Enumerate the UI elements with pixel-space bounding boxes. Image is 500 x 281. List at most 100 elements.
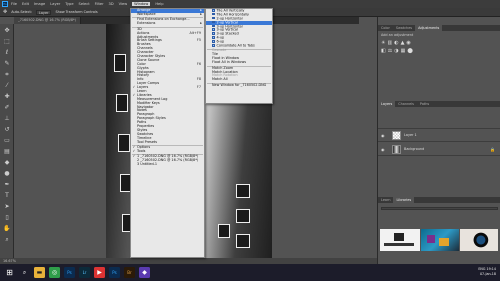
menu-item-match-all[interactable]: Match All <box>206 77 272 82</box>
menu-item-label: 3 Untitled-1 <box>137 162 158 167</box>
adjustment-icons-row2[interactable]: ◧⚖◑▦⬤ <box>378 47 500 55</box>
menu-file[interactable]: File <box>11 2 17 6</box>
blur-tool-icon[interactable]: ◆ <box>3 158 12 167</box>
menu-filter[interactable]: Filter <box>95 2 104 6</box>
pen-tool-icon[interactable]: ✒ <box>3 180 12 189</box>
menu-item-tools[interactable]: Tools <box>131 148 204 154</box>
stamp-tool-icon[interactable]: ⊥ <box>3 114 12 123</box>
hand-tool-icon[interactable]: ✋ <box>3 224 12 233</box>
menu-item-label: Extensions <box>137 21 156 26</box>
menu-image[interactable]: Image <box>34 2 45 6</box>
photoshop-logo-icon: Ps <box>2 1 8 7</box>
menu-item-extensions[interactable]: Extensions <box>131 21 204 26</box>
menu-edit[interactable]: Edit <box>22 2 29 6</box>
app-taskbar-icon[interactable]: ▶ <box>94 267 105 278</box>
brush-tool-icon[interactable]: ✐ <box>3 103 12 112</box>
layer-name[interactable]: Background <box>404 147 424 151</box>
layer-thumbnail <box>392 144 401 154</box>
document-tab[interactable]: _7160502.DNG @ 16.7% (RGB/8*) <box>14 17 81 24</box>
path-select-tool-icon[interactable]: ➤ <box>3 202 12 211</box>
layer-name[interactable]: Layer 1 <box>404 133 417 137</box>
arrange-submenu: Tile All Vertically Tile All Horizontally… <box>205 8 273 104</box>
menu-item-new-window-for-7160502-dng[interactable]: New Window for _7160502.DNG <box>206 82 272 88</box>
marquee-tool-icon[interactable]: ⬚ <box>3 37 12 46</box>
history-brush-tool-icon[interactable]: ↺ <box>3 125 12 134</box>
menu-view[interactable]: View <box>119 2 128 6</box>
layer-row[interactable]: ◉ Layer 1 <box>378 129 500 142</box>
menu-window[interactable]: Window <box>132 2 151 6</box>
menu-item-3-untitled-1[interactable]: 3 Untitled-1 <box>131 162 204 167</box>
photoshop-taskbar-icon-2[interactable]: Ps <box>109 267 120 278</box>
healing-tool-icon[interactable]: ✚ <box>3 92 12 101</box>
language-indicator[interactable]: ENG <box>478 267 485 271</box>
eraser-tool-icon[interactable]: ▭ <box>3 136 12 145</box>
menu-item-tool-presets[interactable]: Tool Presets <box>131 139 204 145</box>
library-search-input[interactable] <box>381 207 498 210</box>
windows-start-icon[interactable]: ⊞ <box>4 267 15 278</box>
move-tool-icon[interactable]: ✥ <box>3 9 7 15</box>
transform-controls-checkbox[interactable]: Show Transform Controls <box>55 10 97 14</box>
arrange-layout-icon <box>212 44 215 47</box>
quick-select-tool-icon[interactable]: ✎ <box>3 59 12 68</box>
search-icon[interactable]: ⌕ <box>19 267 30 278</box>
menu-type[interactable]: Type <box>65 2 73 6</box>
layer-select[interactable]: Layer <box>35 9 52 15</box>
lasso-tool-icon[interactable]: ℓ <box>3 48 12 57</box>
lightroom-taskbar-icon[interactable]: Lr <box>79 267 90 278</box>
type-tool-icon[interactable]: T <box>3 191 12 200</box>
menu-item-label: New Window for _7160502.DNG <box>212 82 267 87</box>
clock-date: 07-Jan-18 <box>479 271 496 276</box>
system-tray[interactable]: ENG 19:14 07-Jan-18 <box>478 267 496 276</box>
menu-item-label: Match All <box>212 77 228 82</box>
eye-icon[interactable]: ◉ <box>381 133 385 138</box>
adjustments-panel: Add an adjustment ☀▥◐▲◉ ◧⚖◑▦⬤ <box>378 31 500 101</box>
shape-tool-icon[interactable]: ▯ <box>3 213 12 222</box>
arrange-layout-icon <box>212 36 215 39</box>
menu-item-float-all-in-windows[interactable]: Float All in Windows <box>206 60 272 65</box>
move-tool-icon[interactable]: ✥ <box>3 26 12 35</box>
panel-dock: Color Swatches Adjustments Add an adjust… <box>377 17 500 264</box>
menu-item-consolidate-all-to-tabs[interactable]: Consolidate All to Tabs <box>206 43 272 48</box>
arrange-layout-icon <box>212 32 215 35</box>
arrange-layout-icon <box>212 12 215 16</box>
app-taskbar-icon-2[interactable]: ◆ <box>139 267 150 278</box>
library-thumbnail[interactable] <box>421 229 459 251</box>
layers-panel: ◉ Layer 1 ◉ Background 🔒 <box>378 107 500 197</box>
eye-icon[interactable]: ◉ <box>381 147 385 152</box>
crop-tool-icon[interactable]: ⌗ <box>3 70 12 79</box>
menu-select[interactable]: Select <box>79 2 90 6</box>
window-menu: ArrangeWorkspaceFind Extensions on Excha… <box>130 8 205 258</box>
menu-item-label: Tool Presets <box>137 139 158 144</box>
layer-thumbnail <box>392 130 401 140</box>
menu-help[interactable]: Help <box>155 2 163 6</box>
chrome-icon[interactable]: ◎ <box>49 267 60 278</box>
bridge-taskbar-icon[interactable]: Br <box>124 267 135 278</box>
menu-layer[interactable]: Layer <box>50 2 60 6</box>
adjustment-icons[interactable]: ☀▥◐▲◉ <box>378 39 500 47</box>
taskbar: ⊞ ⌕ ▬ ◎ Ps Lr ▶ Ps Br ◆ ENG 19:14 07-Jan… <box>0 264 500 281</box>
menu-bar: Ps File Edit Image Layer Type Select Fil… <box>0 0 500 8</box>
zoom-tool-icon[interactable]: ⌕ <box>3 235 12 244</box>
library-thumbnail[interactable] <box>380 229 420 251</box>
file-explorer-icon[interactable]: ▬ <box>34 267 45 278</box>
photoshop-taskbar-icon[interactable]: Ps <box>64 267 75 278</box>
adjustments-hint: Add an adjustment <box>381 33 414 37</box>
eyedropper-tool-icon[interactable]: ⁄ <box>3 81 12 90</box>
lock-icon: 🔒 <box>490 146 495 152</box>
arrange-layout-icon <box>212 40 215 43</box>
menu-item-workspace[interactable]: Workspace <box>131 11 204 17</box>
menu-item-label: Float All in Windows <box>212 60 247 65</box>
menu-item-label: Tools <box>137 148 146 153</box>
menu-item-label: Workspace <box>137 11 156 16</box>
autoselect-label[interactable]: Auto-Select: <box>11 10 32 14</box>
dodge-tool-icon[interactable]: ● <box>3 169 12 178</box>
menu-3d[interactable]: 3D <box>109 2 114 6</box>
arrange-layout-icon <box>212 28 215 32</box>
arrange-layout-icon <box>212 24 215 28</box>
gradient-tool-icon[interactable]: ▤ <box>3 147 12 156</box>
library-thumbnail[interactable] <box>460 229 498 251</box>
layer-row[interactable]: ◉ Background 🔒 <box>378 143 500 156</box>
zoom-level[interactable]: 16.67% <box>3 259 16 263</box>
clock-time: 19:14 <box>486 267 496 271</box>
menu-item-label: Consolidate All to Tabs <box>216 43 255 48</box>
